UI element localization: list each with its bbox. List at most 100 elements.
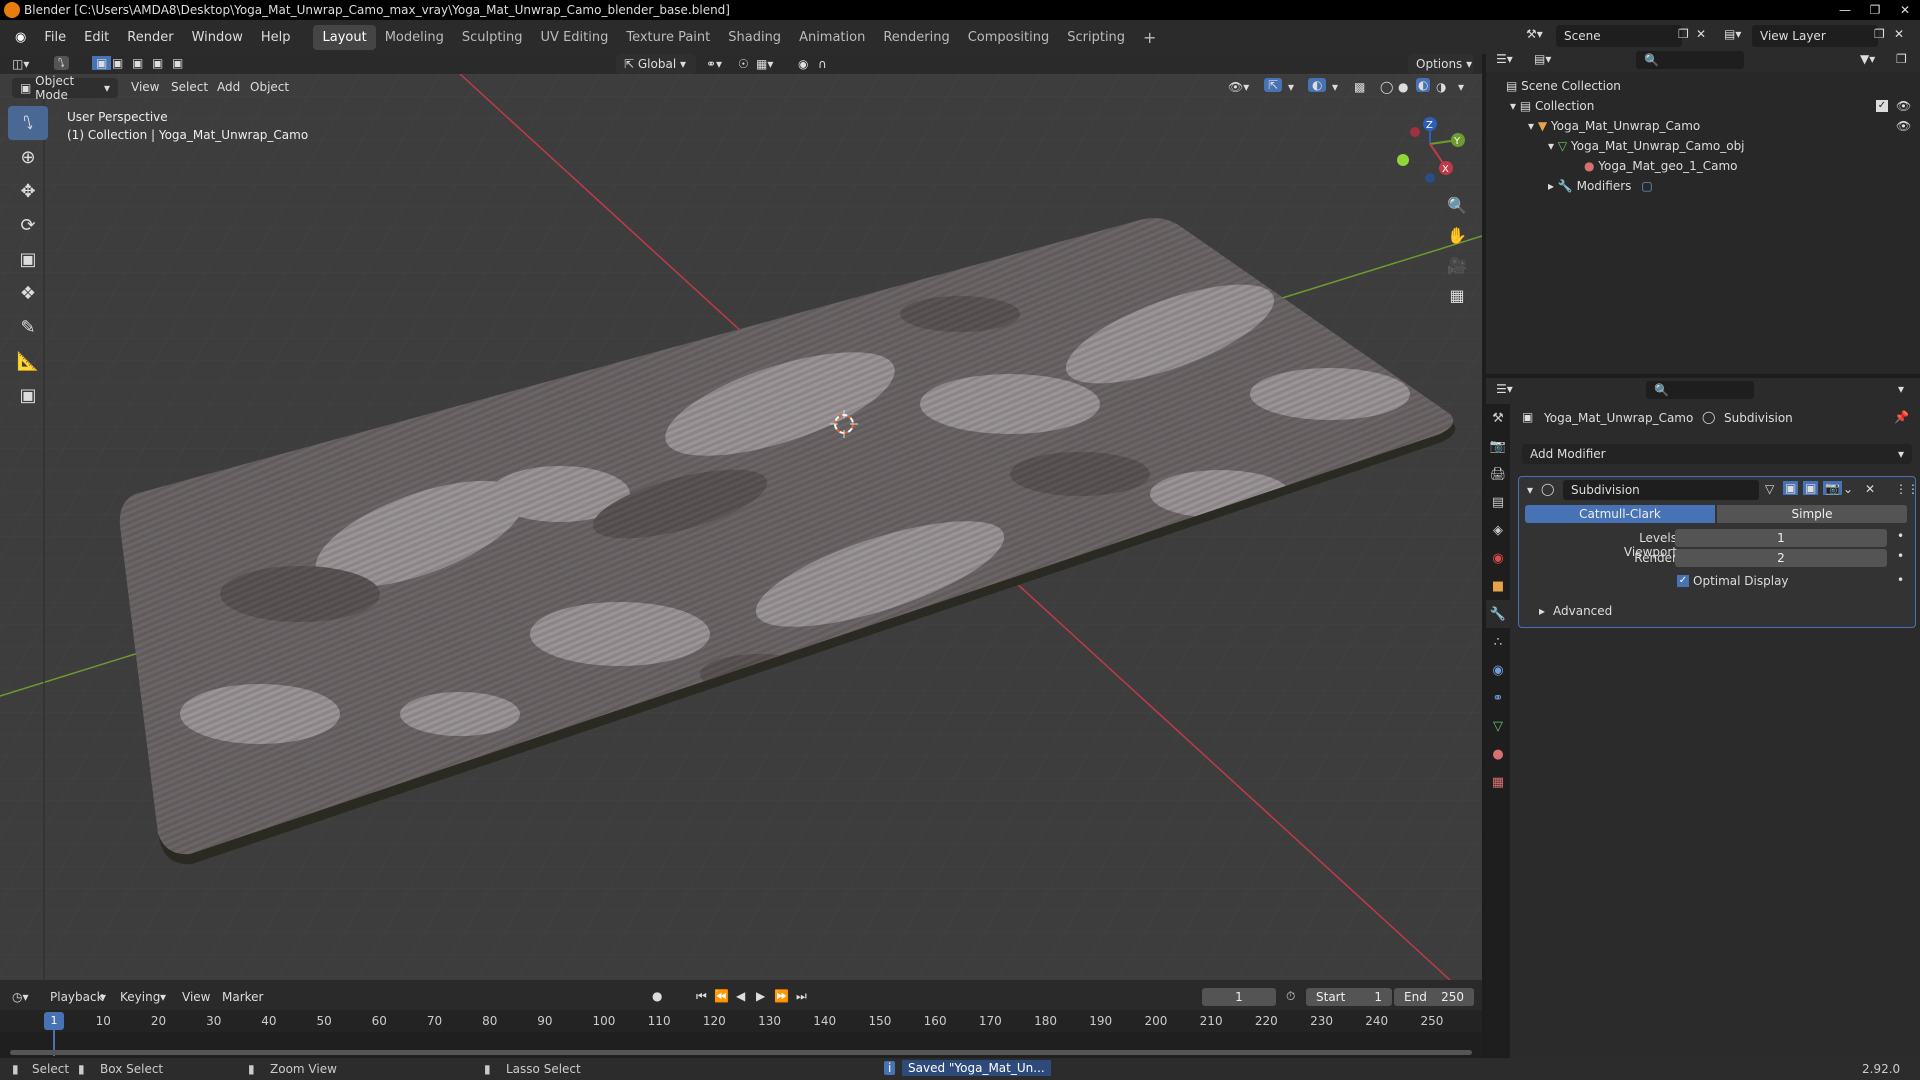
view-layer-icon[interactable]: ▤▾ xyxy=(1724,27,1741,41)
properties-editor-type-icon[interactable]: ☰▾ xyxy=(1496,382,1513,396)
stopwatch-icon[interactable]: ⏱ xyxy=(1286,989,1295,1004)
viewport-menu-view[interactable]: View xyxy=(131,80,159,94)
visibility-eye-icon[interactable]: 👁 xyxy=(1896,99,1911,113)
record-icon[interactable]: ● xyxy=(652,989,662,1003)
levels-viewport-field[interactable]: 1 xyxy=(1675,529,1887,547)
snap-toggle-icon[interactable]: ☉ xyxy=(738,57,749,71)
scene-tab-icon[interactable]: ◈ xyxy=(1486,516,1510,544)
3d-viewport[interactable]: Z Y X ▣ Object Mode ▾ View Select Add Ob… xyxy=(0,74,1482,980)
advanced-expand-arrow-icon[interactable]: ▸ xyxy=(1539,604,1545,618)
tab-compositing[interactable]: Compositing xyxy=(959,25,1059,50)
transform-tool-icon[interactable]: ❖ xyxy=(8,276,48,310)
visibility-icon[interactable]: 👁▾ xyxy=(1228,80,1249,94)
viewport-menu-object[interactable]: Object xyxy=(250,80,289,94)
scene-selector[interactable]: Scene xyxy=(1556,25,1682,47)
tab-modeling[interactable]: Modeling xyxy=(376,25,453,50)
move-tool-icon[interactable]: ✥ xyxy=(8,174,48,208)
end-frame-field[interactable]: End 250 xyxy=(1394,988,1474,1006)
object-tab-icon[interactable]: ■ xyxy=(1486,572,1510,600)
blender-menu-icon[interactable]: ◉ xyxy=(6,30,35,45)
view-menu[interactable]: View xyxy=(182,990,210,1004)
tab-shading[interactable]: Shading xyxy=(719,25,790,50)
outliner-row-collection[interactable]: ▾ ▤ Collection ✓ 👁 xyxy=(1486,96,1920,116)
timeline-scrollbar[interactable] xyxy=(10,1050,1472,1055)
new-view-layer-icon[interactable]: ❐ xyxy=(1874,27,1885,41)
outliner[interactable]: ☰▾ ▤▾ 🔍 ▼▾ ❐ ▤ Scene Collection ▾ ▤ Coll… xyxy=(1486,48,1920,374)
options-dropdown[interactable]: Options ▾ xyxy=(1408,54,1474,74)
render-tab-icon[interactable]: 📷 xyxy=(1486,432,1510,460)
keyframe-dot-icon[interactable]: • xyxy=(1897,549,1904,563)
jump-end-icon[interactable]: ⏭ xyxy=(796,989,807,1004)
select-mode-new-icon[interactable]: ▣ xyxy=(92,56,112,70)
falloff-icon[interactable]: ∩ xyxy=(818,57,827,71)
expand-arrow-icon[interactable]: ▾ xyxy=(1548,139,1558,153)
overlays-dropdown-icon[interactable]: ▾ xyxy=(1332,80,1338,94)
select-box-tool-icon[interactable]: ⭛ xyxy=(8,106,48,140)
cage-toggle-icon[interactable]: ▣ xyxy=(1783,481,1799,495)
render-levels-field[interactable]: 2 xyxy=(1675,549,1887,567)
outliner-editor-type-icon[interactable]: ☰▾ xyxy=(1496,52,1513,66)
outliner-row-modifiers[interactable]: ▸ 🔧 Modifiers ▢ xyxy=(1486,176,1920,196)
outliner-search-input[interactable]: 🔍 xyxy=(1636,51,1744,69)
minimize-icon[interactable]: — xyxy=(1830,0,1860,20)
view-layer-selector[interactable]: View Layer xyxy=(1752,25,1878,47)
scale-tool-icon[interactable]: ▣ xyxy=(8,242,48,276)
wireframe-shading-icon[interactable]: ◯ xyxy=(1380,80,1393,94)
menu-file[interactable]: File xyxy=(35,30,75,45)
tab-texture-paint[interactable]: Texture Paint xyxy=(617,25,719,50)
properties-options-icon[interactable]: ▾ xyxy=(1898,382,1904,396)
solid-shading-icon[interactable]: ● xyxy=(1398,80,1408,94)
pivot-point-icon[interactable]: ⚭▾ xyxy=(706,57,722,71)
overlays-toggle-icon[interactable]: ◐ xyxy=(1308,78,1327,92)
playhead[interactable]: 1 xyxy=(44,1012,64,1030)
tab-layout[interactable]: Layout xyxy=(313,24,376,50)
menu-help[interactable]: Help xyxy=(252,30,300,45)
exclude-checkbox[interactable]: ✓ xyxy=(1876,100,1888,112)
transform-orientation-dropdown[interactable]: ⇱ Global ▾ xyxy=(616,54,696,74)
edit-mode-toggle-icon[interactable]: ▽ xyxy=(1765,482,1774,496)
select-mode-intersect-icon[interactable]: ▣ xyxy=(172,56,183,70)
constraints-tab-icon[interactable]: ⚭ xyxy=(1486,684,1510,712)
keyframe-dot-icon[interactable]: • xyxy=(1897,573,1904,587)
measure-tool-icon[interactable]: 📐 xyxy=(8,344,48,378)
tab-sculpting[interactable]: Sculpting xyxy=(453,25,532,50)
jump-start-icon[interactable]: ⏮ xyxy=(696,989,707,1004)
viewport-canvas[interactable]: Z Y X xyxy=(0,74,1482,980)
snap-target-icon[interactable]: ▦▾ xyxy=(756,57,773,71)
expand-arrow-icon[interactable]: ▸ xyxy=(1548,179,1558,193)
tab-animation[interactable]: Animation xyxy=(790,25,874,50)
modifier-tab-icon[interactable]: 🔧 xyxy=(1486,600,1510,628)
pin-icon[interactable]: 📌 xyxy=(1894,410,1909,424)
particles-tab-icon[interactable]: ∴ xyxy=(1486,628,1510,656)
timeline[interactable]: ◷▾ Playback ▾ Keying ▾ View Marker ● ⏮ ⏪… xyxy=(0,980,1482,1058)
viewport-toggle-icon[interactable]: ▣ xyxy=(1803,481,1819,495)
shading-dropdown-icon[interactable]: ▾ xyxy=(1458,80,1464,94)
mode-dropdown[interactable]: ▣ Object Mode ▾ xyxy=(12,74,118,102)
data-tab-icon[interactable]: ▽ xyxy=(1486,712,1510,740)
select-mode-invert-icon[interactable]: ▣ xyxy=(152,56,163,70)
outliner-row-material[interactable]: ● Yoga_Mat_geo_1_Camo xyxy=(1486,156,1920,176)
tool-tab-icon[interactable]: ⚒ xyxy=(1486,404,1510,432)
play-icon[interactable]: ▶ xyxy=(756,989,765,1003)
pan-hand-icon[interactable]: ✋ xyxy=(1444,222,1470,248)
viewport-menu-select[interactable]: Select xyxy=(171,80,208,94)
rotate-tool-icon[interactable]: ⟳ xyxy=(8,208,48,242)
next-keyframe-icon[interactable]: ⏩ xyxy=(774,989,789,1003)
viewport-menu-add[interactable]: Add xyxy=(217,80,240,94)
current-frame-field[interactable]: 1 xyxy=(1202,988,1276,1006)
filter-icon[interactable]: ▼▾ xyxy=(1860,52,1875,66)
prev-keyframe-icon[interactable]: ⏪ xyxy=(714,989,729,1003)
gizmo-toggle-icon[interactable]: ⇱ xyxy=(1264,78,1283,92)
gizmo-dropdown-icon[interactable]: ▾ xyxy=(1288,80,1294,94)
new-collection-icon[interactable]: ❐ xyxy=(1896,52,1907,66)
start-frame-field[interactable]: Start 1 xyxy=(1306,988,1392,1006)
display-mode-icon[interactable]: ▤▾ xyxy=(1534,52,1551,66)
expand-arrow-icon[interactable]: ▾ xyxy=(1510,99,1520,113)
marker-menu[interactable]: Marker xyxy=(222,990,263,1004)
close-icon[interactable]: ✕ xyxy=(1890,0,1920,20)
maximize-icon[interactable]: ❐ xyxy=(1860,0,1890,20)
tab-rendering[interactable]: Rendering xyxy=(874,25,958,50)
output-tab-icon[interactable]: 🖨 xyxy=(1486,460,1510,488)
playback-menu[interactable]: Playback xyxy=(50,990,104,1004)
tab-uv-editing[interactable]: UV Editing xyxy=(532,25,618,50)
